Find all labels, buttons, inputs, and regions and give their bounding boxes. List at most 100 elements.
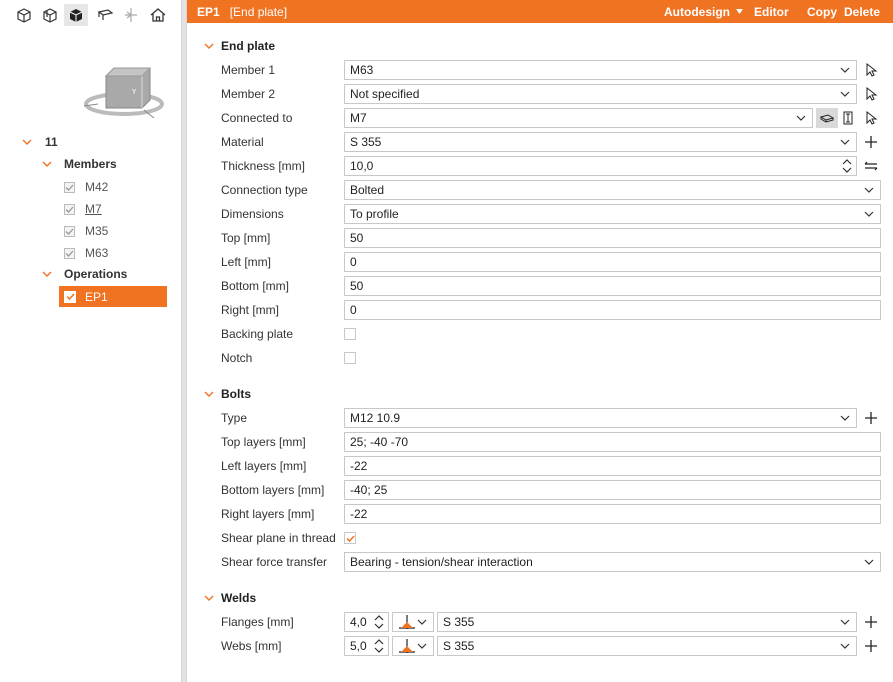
operation-header: EP1 [End plate] Autodesign Editor Copy D… bbox=[187, 0, 893, 23]
tree-member-item[interactable]: M42 bbox=[64, 177, 108, 197]
chevron-down-icon bbox=[204, 43, 214, 49]
member1-select[interactable]: M63 bbox=[344, 60, 857, 80]
connected-to-label: Connected to bbox=[221, 111, 293, 125]
add-material-icon[interactable] bbox=[862, 132, 880, 152]
tree-operation-ep1[interactable]: EP1 bbox=[59, 286, 167, 307]
tree-root-label: 11 bbox=[45, 135, 58, 149]
right-input[interactable]: 0 bbox=[344, 300, 881, 320]
connection-type-label: Connection type bbox=[221, 183, 308, 197]
chevron-down-icon bbox=[864, 210, 874, 218]
backing-plate-checkbox[interactable] bbox=[344, 328, 356, 340]
member-label: M35 bbox=[85, 224, 109, 238]
tree-members-group[interactable]: Members bbox=[42, 154, 117, 174]
right-label: Right [mm] bbox=[221, 303, 280, 317]
section-welds[interactable]: Welds bbox=[204, 589, 256, 607]
member-checkbox[interactable] bbox=[64, 225, 75, 237]
connected-to-select[interactable]: M7 bbox=[344, 108, 813, 128]
left-layers-input[interactable]: -22 bbox=[344, 456, 881, 476]
connection-type-select[interactable]: Bolted bbox=[344, 180, 881, 200]
member-label: M7 bbox=[85, 202, 102, 216]
chevron-down-icon bbox=[42, 161, 52, 167]
thickness-input[interactable]: 10,0 bbox=[344, 156, 857, 176]
member2-label: Member 2 bbox=[221, 87, 276, 101]
autodesign-button[interactable]: Autodesign bbox=[664, 0, 743, 23]
pick-cursor-icon[interactable] bbox=[862, 84, 880, 104]
tree-root[interactable]: 11 bbox=[22, 132, 58, 152]
top-input[interactable]: 50 bbox=[344, 228, 881, 248]
add-weld-material-icon[interactable] bbox=[862, 612, 880, 632]
tree-member-item[interactable]: M7 bbox=[64, 199, 102, 219]
bottom-layers-input[interactable]: -40; 25 bbox=[344, 480, 881, 500]
connect-web-icon[interactable] bbox=[839, 108, 857, 128]
pick-cursor-icon[interactable] bbox=[862, 108, 880, 128]
left-input[interactable]: 0 bbox=[344, 252, 881, 272]
connection-type-value: Bolted bbox=[350, 183, 385, 197]
dimensions-label: Dimensions bbox=[221, 207, 284, 221]
notch-checkbox[interactable] bbox=[344, 352, 356, 364]
tree-member-item[interactable]: M35 bbox=[64, 221, 108, 241]
shear-plane-label: Shear plane in thread bbox=[221, 531, 336, 545]
member-checkbox[interactable] bbox=[64, 203, 75, 215]
add-bolt-icon[interactable] bbox=[862, 408, 880, 428]
member2-select[interactable]: Not specified bbox=[344, 84, 857, 104]
bottom-input[interactable]: 50 bbox=[344, 276, 881, 296]
section-bolts[interactable]: Bolts bbox=[204, 385, 251, 403]
webs-material-select[interactable]: S 355 bbox=[437, 636, 857, 656]
panel-splitter[interactable] bbox=[181, 0, 187, 682]
left-label: Left [mm] bbox=[221, 255, 272, 269]
member-checkbox[interactable] bbox=[64, 247, 75, 259]
copy-button[interactable]: Copy bbox=[807, 0, 837, 23]
connect-plate-icon[interactable] bbox=[816, 108, 838, 128]
view-transparent-icon[interactable] bbox=[38, 4, 62, 26]
home-icon[interactable] bbox=[146, 4, 170, 26]
section-title: Welds bbox=[221, 591, 257, 605]
section-view-icon[interactable] bbox=[93, 4, 117, 26]
spinner-icon[interactable] bbox=[842, 159, 852, 173]
spinner-icon[interactable] bbox=[374, 639, 384, 653]
shear-force-value: Bearing - tension/shear interaction bbox=[350, 555, 533, 569]
webs-material-value: S 355 bbox=[443, 639, 475, 653]
chevron-down-icon bbox=[840, 90, 850, 98]
pick-cursor-icon[interactable] bbox=[862, 60, 880, 80]
top-layers-input[interactable]: 25; -40 -70 bbox=[344, 432, 881, 452]
section-title: End plate bbox=[221, 39, 276, 53]
view-solid-icon[interactable] bbox=[64, 4, 88, 26]
backing-plate-label: Backing plate bbox=[221, 327, 294, 341]
fillet-weld-icon bbox=[399, 615, 415, 629]
notch-label: Notch bbox=[221, 351, 253, 365]
webs-thickness-input[interactable]: 5,0 bbox=[344, 636, 389, 656]
bolt-type-select[interactable]: M12 10.9 bbox=[344, 408, 857, 428]
navigation-cube-icon[interactable]: Y bbox=[84, 60, 164, 120]
dimensions-value: To profile bbox=[350, 207, 399, 221]
spinner-icon[interactable] bbox=[374, 615, 384, 629]
section-end-plate[interactable]: End plate bbox=[204, 37, 275, 55]
tree-members-label: Members bbox=[64, 157, 117, 171]
member1-value: M63 bbox=[350, 63, 374, 77]
shear-plane-checkbox[interactable] bbox=[344, 532, 356, 544]
tree-member-item[interactable]: M63 bbox=[64, 243, 108, 263]
flanges-weld-type-select[interactable] bbox=[392, 612, 434, 632]
tree-operations-group[interactable]: Operations bbox=[42, 264, 127, 284]
editor-button[interactable]: Editor bbox=[754, 0, 789, 23]
flanges-thickness-input[interactable]: 4,0 bbox=[344, 612, 389, 632]
dimensions-select[interactable]: To profile bbox=[344, 204, 881, 224]
material-select[interactable]: S 355 bbox=[344, 132, 857, 152]
member2-value: Not specified bbox=[350, 87, 420, 101]
caret-down-icon bbox=[736, 9, 743, 14]
member-checkbox[interactable] bbox=[64, 181, 75, 193]
flanges-material-select[interactable]: S 355 bbox=[437, 612, 857, 632]
add-weld-material-icon[interactable] bbox=[862, 636, 880, 656]
svg-text:Y: Y bbox=[131, 88, 137, 96]
material-value: S 355 bbox=[350, 135, 382, 149]
member-axis-icon[interactable] bbox=[119, 4, 143, 26]
operation-checkbox[interactable] bbox=[64, 290, 76, 303]
swap-direction-icon[interactable] bbox=[862, 156, 880, 176]
shear-force-select[interactable]: Bearing - tension/shear interaction bbox=[344, 552, 881, 572]
delete-button[interactable]: Delete bbox=[844, 0, 880, 23]
autodesign-label: Autodesign bbox=[664, 4, 730, 19]
right-layers-input[interactable]: -22 bbox=[344, 504, 881, 524]
thickness-label: Thickness [mm] bbox=[221, 159, 306, 173]
bottom-layers-label: Bottom layers [mm] bbox=[221, 483, 325, 497]
webs-weld-type-select[interactable] bbox=[392, 636, 434, 656]
view-wireframe-icon[interactable] bbox=[12, 4, 36, 26]
